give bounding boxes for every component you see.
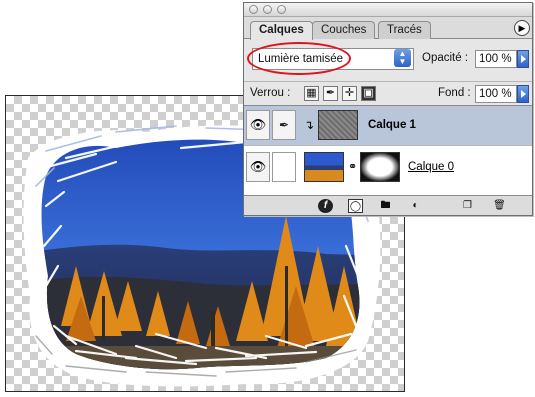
- mask-thumbnail[interactable]: [360, 152, 400, 182]
- new-layer-icon[interactable]: ❐: [460, 199, 475, 213]
- visibility-eye-icon[interactable]: 👁: [246, 110, 270, 140]
- blend-mode-select[interactable]: Lumière tamisée: [252, 48, 414, 70]
- opacity-value: 100 %: [479, 53, 512, 65]
- fill-value: 100 %: [479, 88, 512, 100]
- lock-row: Verrou : ▦ ✒ ✛ ▣ Fond : 100 %: [244, 81, 532, 105]
- palette-bottom-bar: f ◯ 🖿 ◐ ❐ 🗑: [244, 195, 532, 215]
- trash-icon[interactable]: 🗑: [492, 199, 507, 213]
- close-button[interactable]: [249, 5, 258, 14]
- tab-traces[interactable]: Tracés: [378, 21, 431, 39]
- palette-titlebar[interactable]: [244, 3, 532, 17]
- layer-name[interactable]: Calque 0: [408, 161, 454, 173]
- tab-couches[interactable]: Couches: [312, 21, 376, 39]
- fill-field[interactable]: 100 %: [475, 85, 517, 103]
- zoom-button[interactable]: [277, 5, 286, 14]
- blend-mode-stepper-icon[interactable]: ▲ ▼: [394, 49, 411, 67]
- layer-row-calque-0[interactable]: 👁 ⚭ Calque 0: [244, 148, 532, 188]
- opacity-slider-icon[interactable]: [517, 50, 529, 68]
- blend-mode-value: Lumière tamisée: [258, 53, 344, 65]
- chain-link-icon[interactable]: ⚭: [348, 160, 357, 173]
- visibility-eye-icon[interactable]: 👁: [246, 152, 270, 182]
- palette-tabs: Calques Couches Tracés ▶: [244, 17, 532, 40]
- empty-cell[interactable]: [272, 152, 296, 182]
- layer-style-icon[interactable]: f: [318, 199, 333, 213]
- opacity-field[interactable]: 100 %: [475, 50, 517, 68]
- adjustment-icon[interactable]: ◐: [408, 199, 423, 213]
- layer-row-calque-1[interactable]: 👁 ✒ ↴ Calque 1: [244, 106, 532, 146]
- lock-brush-icon[interactable]: ✒: [323, 86, 338, 101]
- layers-list: 👁 ✒ ↴ Calque 1 👁 ⚭ Calque 0: [244, 105, 532, 195]
- mask-icon[interactable]: ◯: [348, 199, 363, 213]
- lock-label: Verrou :: [250, 87, 291, 99]
- folder-icon[interactable]: 🖿: [378, 199, 393, 213]
- layer-thumbnail[interactable]: [318, 110, 358, 140]
- lock-all-icon[interactable]: ▣: [361, 86, 376, 101]
- layer-thumbnail[interactable]: [304, 152, 344, 182]
- fill-label: Fond :: [438, 87, 471, 99]
- clip-arrow-icon: ↴: [304, 118, 315, 132]
- tab-calques[interactable]: Calques: [250, 21, 313, 40]
- blend-row: Lumière tamisée ▲ ▼ Opacité : 100 %: [244, 41, 532, 81]
- palette-menu-icon[interactable]: ▶: [514, 20, 530, 36]
- layer-name[interactable]: Calque 1: [368, 119, 416, 131]
- lock-transparency-icon[interactable]: ▦: [304, 86, 319, 101]
- fill-slider-icon[interactable]: [517, 85, 529, 103]
- minimize-button[interactable]: [263, 5, 272, 14]
- layers-palette[interactable]: Calques Couches Tracés ▶ Lumière tamisée…: [243, 2, 533, 216]
- lock-move-icon[interactable]: ✛: [342, 86, 357, 101]
- opacity-label: Opacité :: [422, 52, 469, 64]
- brush-edit-icon[interactable]: ✒: [272, 110, 296, 140]
